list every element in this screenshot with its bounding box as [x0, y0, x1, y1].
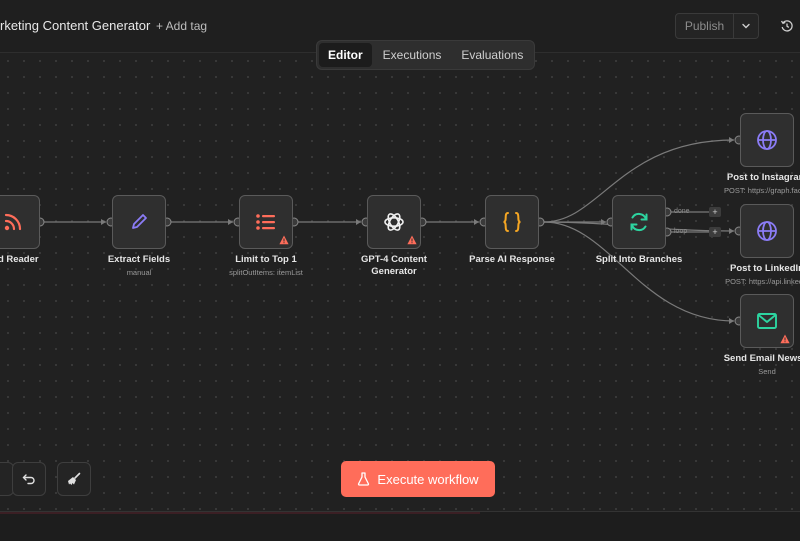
node-label-instagram: Post to Instagram	[726, 172, 800, 183]
workflow-title[interactable]: rketing Content Generator	[0, 18, 150, 33]
add-tag-button[interactable]: + Add tag	[156, 19, 207, 33]
tab-executions[interactable]: Executions	[374, 43, 451, 67]
tab-evaluations[interactable]: Evaluations	[452, 43, 532, 67]
warning-icon	[279, 235, 289, 245]
bottom-panel	[0, 511, 800, 541]
node-label-parse: Parse AI Response	[469, 254, 555, 265]
mail-icon	[757, 313, 777, 329]
node-label-extract: Extract Fields	[107, 254, 171, 265]
braces-icon	[503, 212, 521, 232]
node-sub-limit: splitOutItems: itemList	[229, 268, 303, 277]
chevron-down-icon	[742, 23, 750, 29]
publish-button[interactable]: Publish	[675, 13, 734, 39]
history-icon[interactable]	[780, 19, 794, 33]
execute-workflow-button[interactable]: Execute workflow	[341, 461, 495, 497]
node-post-to-instagram[interactable]	[740, 113, 794, 167]
warning-icon	[407, 235, 417, 245]
node-label-email: Send Email Newsle	[723, 353, 800, 364]
port-label-loop: loop	[674, 228, 688, 235]
pencil-icon	[132, 214, 147, 229]
publish-group: Publish	[675, 13, 759, 39]
node-sub-linkedin: POST: https://api.linkedin	[725, 277, 800, 286]
node-gpt4-content-generator[interactable]	[367, 195, 421, 249]
node-label-gpt-line2: Generator	[371, 266, 417, 277]
node-sub-extract: manual	[126, 268, 152, 277]
connections-layer	[35, 135, 744, 326]
node-sub-instagram: POST: https://graph.faceb	[724, 186, 800, 195]
add-node-done-button[interactable]: +	[709, 207, 721, 217]
publish-dropdown-button[interactable]	[734, 13, 759, 39]
undo-button[interactable]	[12, 462, 46, 496]
tidy-up-button[interactable]	[57, 462, 91, 496]
list-icon	[256, 214, 275, 230]
node-rss-feed-reader[interactable]	[0, 195, 40, 249]
broom-icon	[68, 472, 81, 485]
node-label-limit: Limit to Top 1	[235, 254, 297, 265]
view-tabs: Editor Executions Evaluations	[316, 40, 536, 70]
globe-icon	[757, 221, 777, 241]
tab-editor[interactable]: Editor	[319, 43, 372, 67]
workflow-canvas[interactable]: eed Reader Extract Fields manual Limit t…	[0, 53, 800, 511]
node-post-to-linkedin[interactable]	[740, 204, 794, 258]
openai-icon	[384, 213, 404, 231]
node-label-split: Split Into Branches	[595, 254, 683, 265]
node-send-email-newsletter[interactable]	[740, 294, 794, 348]
warning-icon	[780, 334, 790, 344]
flask-icon	[358, 472, 370, 486]
rss-icon	[4, 213, 22, 231]
node-split-into-branches[interactable]	[612, 195, 666, 249]
node-sub-email: Send	[758, 367, 776, 376]
add-node-loop-button[interactable]: +	[709, 227, 721, 237]
node-limit-top-1[interactable]	[239, 195, 293, 249]
execute-workflow-label: Execute workflow	[377, 471, 479, 487]
node-extract-fields[interactable]	[112, 195, 166, 249]
bottom-panel-accent	[0, 512, 480, 514]
undo-icon	[22, 474, 35, 485]
refresh-icon	[630, 212, 648, 232]
node-parse-ai-response[interactable]	[485, 195, 539, 249]
node-label-linkedin: Post to LinkedIn	[730, 263, 800, 274]
port-label-done: done	[674, 208, 690, 215]
globe-icon	[757, 130, 777, 150]
